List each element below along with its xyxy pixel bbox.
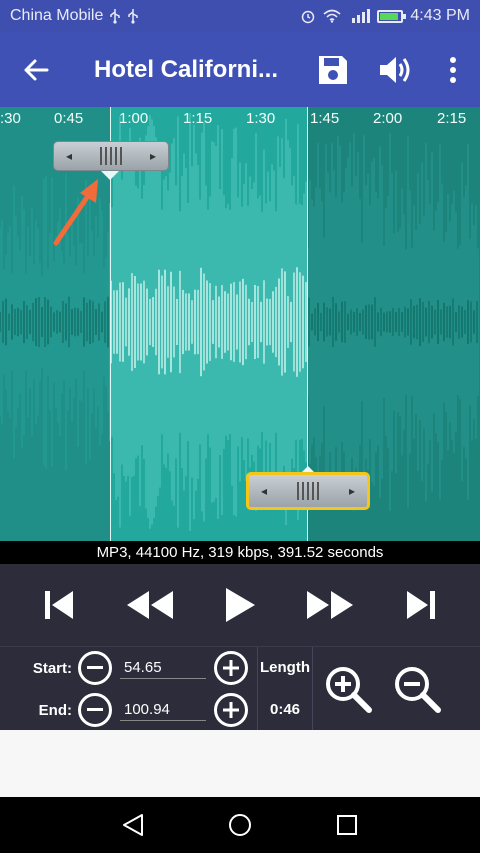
empty-area [0, 730, 480, 797]
time-tick: 0:45 [54, 110, 84, 127]
track-title: Hotel Californi... [94, 55, 279, 83]
usb-icon [109, 8, 121, 24]
carrier-label: China Mobile [10, 7, 104, 24]
system-nav-bar [0, 797, 480, 853]
end-marker-handle[interactable]: ◂ ▸ [246, 472, 370, 510]
time-tick: :30 [0, 110, 21, 127]
start-label: Start: [32, 659, 72, 677]
end-time-field[interactable]: 100.94 [120, 699, 206, 721]
nav-recents-icon[interactable] [327, 805, 367, 845]
audio-info-bar: MP3, 44100 Hz, 319 kbps, 391.52 seconds [0, 541, 480, 564]
skip-previous-icon[interactable] [29, 575, 89, 635]
start-marker-handle[interactable]: ◂ ▸ [53, 141, 169, 171]
app-bar: Hotel Californi... [0, 32, 480, 107]
end-increment-button[interactable] [214, 693, 248, 727]
chevron-right-icon: ▸ [149, 149, 156, 163]
battery-icon [377, 9, 407, 23]
status-time: 4:43 PM [410, 7, 470, 24]
signal-icon [348, 8, 371, 24]
app-screen: China Mobile 4:43 PM Hotel Californi... … [0, 0, 480, 853]
transport-controls [0, 564, 480, 646]
time-tick: 1:45 [310, 110, 340, 127]
volume-icon[interactable] [364, 32, 426, 107]
more-vert-icon[interactable] [426, 32, 480, 107]
time-tick: 1:15 [183, 110, 213, 127]
chevron-left-icon: ◂ [261, 484, 268, 498]
start-decrement-button[interactable] [78, 651, 112, 685]
length-label: Length [260, 659, 310, 676]
time-tick: 2:00 [373, 110, 403, 127]
back-arrow-icon[interactable] [0, 32, 72, 107]
rewind-icon[interactable] [120, 575, 180, 635]
nav-home-icon[interactable] [220, 805, 260, 845]
play-icon[interactable] [210, 575, 270, 635]
length-value: 0:46 [269, 701, 301, 718]
usb-icon [127, 8, 139, 24]
end-label: End: [38, 701, 72, 719]
annotation-arrow-icon [53, 179, 98, 246]
chevron-right-icon: ▸ [348, 484, 355, 498]
chevron-left-icon: ◂ [66, 149, 73, 163]
wifi-icon [323, 9, 341, 23]
start-time-field[interactable]: 54.65 [120, 657, 206, 679]
status-bar: China Mobile 4:43 PM [0, 0, 480, 32]
waveform-view[interactable]: :30 0:45 1:00 1:15 1:30 1:45 2:00 2:15 ◂… [0, 107, 480, 541]
end-decrement-button[interactable] [78, 693, 112, 727]
alarm-icon [300, 8, 316, 24]
grip-icon [297, 482, 319, 500]
zoom-out-icon[interactable] [385, 657, 449, 721]
grip-icon [100, 147, 122, 165]
time-tick: 2:15 [437, 110, 467, 127]
time-tick: 1:30 [246, 110, 276, 127]
nav-back-icon[interactable] [113, 805, 153, 845]
zoom-in-icon[interactable] [316, 657, 380, 721]
fast-forward-icon[interactable] [300, 575, 360, 635]
timeline-ruler: :30 0:45 1:00 1:15 1:30 1:45 2:00 2:15 [0, 107, 480, 129]
skip-next-icon[interactable] [391, 575, 451, 635]
length-display: Length 0:46 [257, 647, 313, 731]
start-increment-button[interactable] [214, 651, 248, 685]
selection-editor: Start: 54.65 End: 100.94 Length 0:46 [0, 646, 480, 731]
time-tick: 1:00 [119, 110, 149, 127]
save-icon[interactable] [302, 32, 364, 107]
